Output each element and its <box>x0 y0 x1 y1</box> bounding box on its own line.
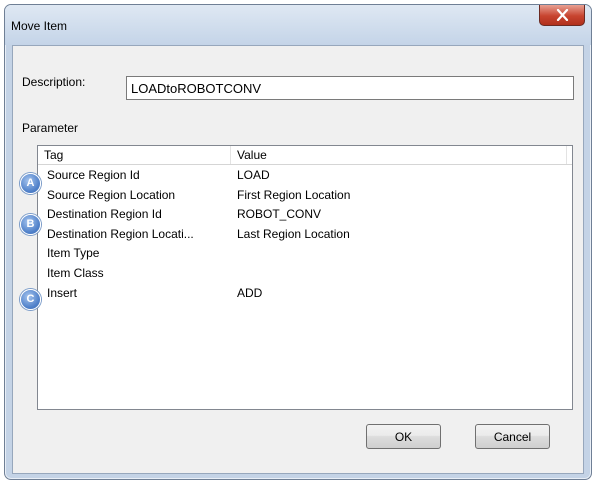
row-tag: Insert <box>47 285 78 300</box>
list-row[interactable]: Item Class <box>38 264 572 284</box>
ok-button[interactable]: OK <box>366 424 441 449</box>
column-header-tag[interactable]: Tag <box>38 146 231 164</box>
list-rows: Source Region Id LOAD Source Region Loca… <box>38 166 572 303</box>
row-value: ROBOT_CONV <box>237 207 322 222</box>
row-tag: Destination Region Id <box>47 207 162 222</box>
list-header: Tag Value <box>38 146 572 165</box>
description-label: Description: <box>22 75 86 89</box>
list-row[interactable]: Source Region Location First Region Loca… <box>38 186 572 206</box>
description-input[interactable] <box>126 76 574 100</box>
row-tag: Source Region Id <box>47 168 140 182</box>
list-row[interactable]: Destination Region Id ROBOT_CONV <box>38 205 572 225</box>
title-bar[interactable]: Move Item <box>5 5 591 45</box>
cancel-button[interactable]: Cancel <box>475 424 550 449</box>
close-button[interactable] <box>539 5 585 26</box>
list-row[interactable]: Source Region Id LOAD <box>38 166 572 186</box>
row-tag: Source Region Location <box>47 187 176 202</box>
row-value: First Region Location <box>237 187 351 202</box>
close-icon <box>556 9 569 21</box>
list-row[interactable]: Destination Region Locati... Last Region… <box>38 225 572 245</box>
callout-marker-b: B <box>20 214 41 235</box>
row-tag: Destination Region Locati... <box>47 226 194 241</box>
row-value: Last Region Location <box>237 226 350 241</box>
parameter-label: Parameter <box>22 121 79 135</box>
list-row[interactable]: Insert ADD <box>38 284 572 304</box>
parameter-list[interactable]: Tag Value Source Region Id LOAD Source R… <box>37 145 573 410</box>
row-tag: Item Type <box>47 246 100 261</box>
row-value: LOAD <box>237 168 270 182</box>
column-header-value[interactable]: Value <box>231 146 567 164</box>
row-tag: Item Class <box>47 265 104 280</box>
list-row[interactable]: Item Type <box>38 244 572 264</box>
window-title: Move Item <box>11 19 68 33</box>
row-value: ADD <box>237 285 263 300</box>
callout-marker-c: C <box>20 289 41 310</box>
callout-marker-a: A <box>20 173 41 194</box>
